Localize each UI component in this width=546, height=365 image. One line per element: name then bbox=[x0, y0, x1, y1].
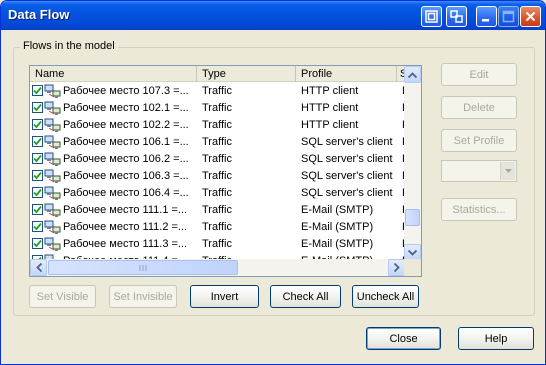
list-header: Name Type Profile S bbox=[30, 66, 407, 82]
chevron-down-icon bbox=[500, 162, 515, 180]
set-visible-button: Set Visible bbox=[29, 285, 96, 308]
row-type: Traffic bbox=[202, 102, 232, 114]
row-name: Рабочее место 107.3 =... bbox=[63, 85, 189, 97]
row-type: Traffic bbox=[202, 136, 232, 148]
column-header-type[interactable]: Type bbox=[197, 66, 296, 82]
scroll-left-icon[interactable] bbox=[30, 259, 47, 276]
workstation-icon bbox=[44, 203, 62, 218]
edit-button: Edit bbox=[441, 63, 517, 86]
delete-button: Delete bbox=[441, 96, 517, 119]
row-profile: SQL server's client bbox=[301, 187, 393, 199]
vertical-scroll-thumb[interactable] bbox=[405, 209, 420, 226]
row-name: Рабочее место 106.3 =... bbox=[63, 170, 189, 182]
row-profile: E-Mail (SMTP) bbox=[301, 221, 374, 233]
table-row[interactable]: Рабочее место 106.4 =... Traffic SQL serve… bbox=[30, 185, 405, 202]
list-rows: Рабочее место 107.3 =... Traffic HTTP clie… bbox=[30, 83, 405, 263]
row-checkbox[interactable] bbox=[32, 170, 43, 181]
row-type: Traffic bbox=[202, 153, 232, 165]
row-checkbox[interactable] bbox=[32, 119, 43, 130]
row-checkbox[interactable] bbox=[32, 238, 43, 249]
row-profile: SQL server's client bbox=[301, 153, 393, 165]
workstation-icon bbox=[44, 169, 62, 184]
workstation-icon bbox=[44, 84, 62, 99]
vertical-scrollbar[interactable] bbox=[404, 66, 421, 261]
maximize-icon bbox=[498, 6, 519, 27]
title-bar[interactable]: Data Flow bbox=[1, 1, 545, 30]
column-header-name[interactable]: Name bbox=[30, 66, 197, 82]
uncheck-all-button[interactable]: Uncheck All bbox=[352, 285, 419, 308]
row-name: Рабочее место 106.4 =... bbox=[63, 187, 189, 199]
row-type: Traffic bbox=[202, 85, 232, 97]
scroll-up-icon[interactable] bbox=[404, 66, 421, 83]
row-type: Traffic bbox=[202, 221, 232, 233]
row-name: Рабочее место 102.1 =... bbox=[63, 102, 189, 114]
row-name: Рабочее место 106.1 =... bbox=[63, 136, 189, 148]
profile-select bbox=[441, 160, 517, 182]
row-checkbox[interactable] bbox=[32, 85, 43, 96]
minimize-icon[interactable] bbox=[476, 6, 497, 27]
set-profile-button: Set Profile bbox=[441, 129, 517, 152]
window-title: Data Flow bbox=[8, 7, 70, 22]
data-flow-dialog: Data Flow Flows in the model Name Type P… bbox=[0, 0, 546, 365]
statistics-button: Statistics... bbox=[441, 198, 517, 221]
horizontal-scrollbar[interactable] bbox=[30, 259, 405, 276]
row-type: Traffic bbox=[202, 238, 232, 250]
row-name: Рабочее место 111.2 =... bbox=[63, 221, 188, 233]
row-type: Traffic bbox=[202, 187, 232, 199]
row-checkbox[interactable] bbox=[32, 136, 43, 147]
table-row[interactable]: Рабочее место 106.3 =... Traffic SQL serve… bbox=[30, 168, 405, 185]
table-row[interactable]: Рабочее место 102.1 =... Traffic HTTP clie… bbox=[30, 100, 405, 117]
row-name: Рабочее место 106.2 =... bbox=[63, 153, 189, 165]
help-button[interactable]: Help bbox=[458, 327, 534, 350]
row-profile: HTTP client bbox=[301, 119, 359, 131]
group-label: Flows in the model bbox=[20, 40, 118, 52]
workstation-icon bbox=[44, 152, 62, 167]
row-name: Рабочее место 102.2 =... bbox=[63, 119, 189, 131]
table-row[interactable]: Рабочее место 107.3 =... Traffic HTTP clie… bbox=[30, 83, 405, 100]
row-checkbox[interactable] bbox=[32, 204, 43, 215]
row-profile: HTTP client bbox=[301, 85, 359, 97]
scrollbar-corner bbox=[404, 259, 421, 276]
row-profile: SQL server's client bbox=[301, 136, 393, 148]
row-profile: HTTP client bbox=[301, 102, 359, 114]
row-type: Traffic bbox=[202, 204, 232, 216]
table-row[interactable]: Рабочее место 102.2 =... Traffic HTTP clie… bbox=[30, 117, 405, 134]
table-row[interactable]: Рабочее место 111.2 =... Traffic E-Mail (S… bbox=[30, 219, 405, 236]
set-invisible-button: Set Invisible bbox=[109, 285, 177, 308]
row-profile: SQL server's client bbox=[301, 170, 393, 182]
table-row[interactable]: Рабочее место 111.1 =... Traffic E-Mail (S… bbox=[30, 202, 405, 219]
close-button[interactable]: Close bbox=[366, 327, 441, 350]
workstation-icon bbox=[44, 101, 62, 116]
workstation-icon bbox=[44, 186, 62, 201]
tile-icon[interactable] bbox=[446, 6, 467, 27]
check-all-button[interactable]: Check All bbox=[270, 285, 341, 308]
row-profile: E-Mail (SMTP) bbox=[301, 238, 374, 250]
close-icon[interactable] bbox=[520, 6, 541, 27]
workstation-icon bbox=[44, 135, 62, 150]
row-type: Traffic bbox=[202, 119, 232, 131]
row-type: Traffic bbox=[202, 170, 232, 182]
workstation-icon bbox=[44, 237, 62, 252]
flows-list[interactable]: Name Type Profile S Рабочее место 107.3 … bbox=[29, 65, 422, 277]
table-row[interactable]: Рабочее место 106.1 =... Traffic SQL serve… bbox=[30, 134, 405, 151]
scroll-right-icon[interactable] bbox=[388, 259, 405, 276]
table-row[interactable]: Рабочее место 111.3 =... Traffic E-Mail (S… bbox=[30, 236, 405, 253]
invert-button[interactable]: Invert bbox=[190, 285, 259, 308]
column-header-profile[interactable]: Profile bbox=[296, 66, 397, 82]
row-profile: E-Mail (SMTP) bbox=[301, 204, 374, 216]
row-checkbox[interactable] bbox=[32, 187, 43, 198]
row-checkbox[interactable] bbox=[32, 221, 43, 232]
workstation-icon bbox=[44, 118, 62, 133]
row-checkbox[interactable] bbox=[32, 153, 43, 164]
row-name: Рабочее место 111.1 =... bbox=[63, 204, 188, 216]
workstation-icon bbox=[44, 220, 62, 235]
table-row[interactable]: Рабочее место 106.2 =... Traffic SQL serve… bbox=[30, 151, 405, 168]
row-name: Рабочее место 111.3 =... bbox=[63, 238, 188, 250]
restore-icon[interactable] bbox=[421, 6, 442, 27]
horizontal-scroll-thumb[interactable] bbox=[48, 260, 238, 275]
row-checkbox[interactable] bbox=[32, 102, 43, 113]
